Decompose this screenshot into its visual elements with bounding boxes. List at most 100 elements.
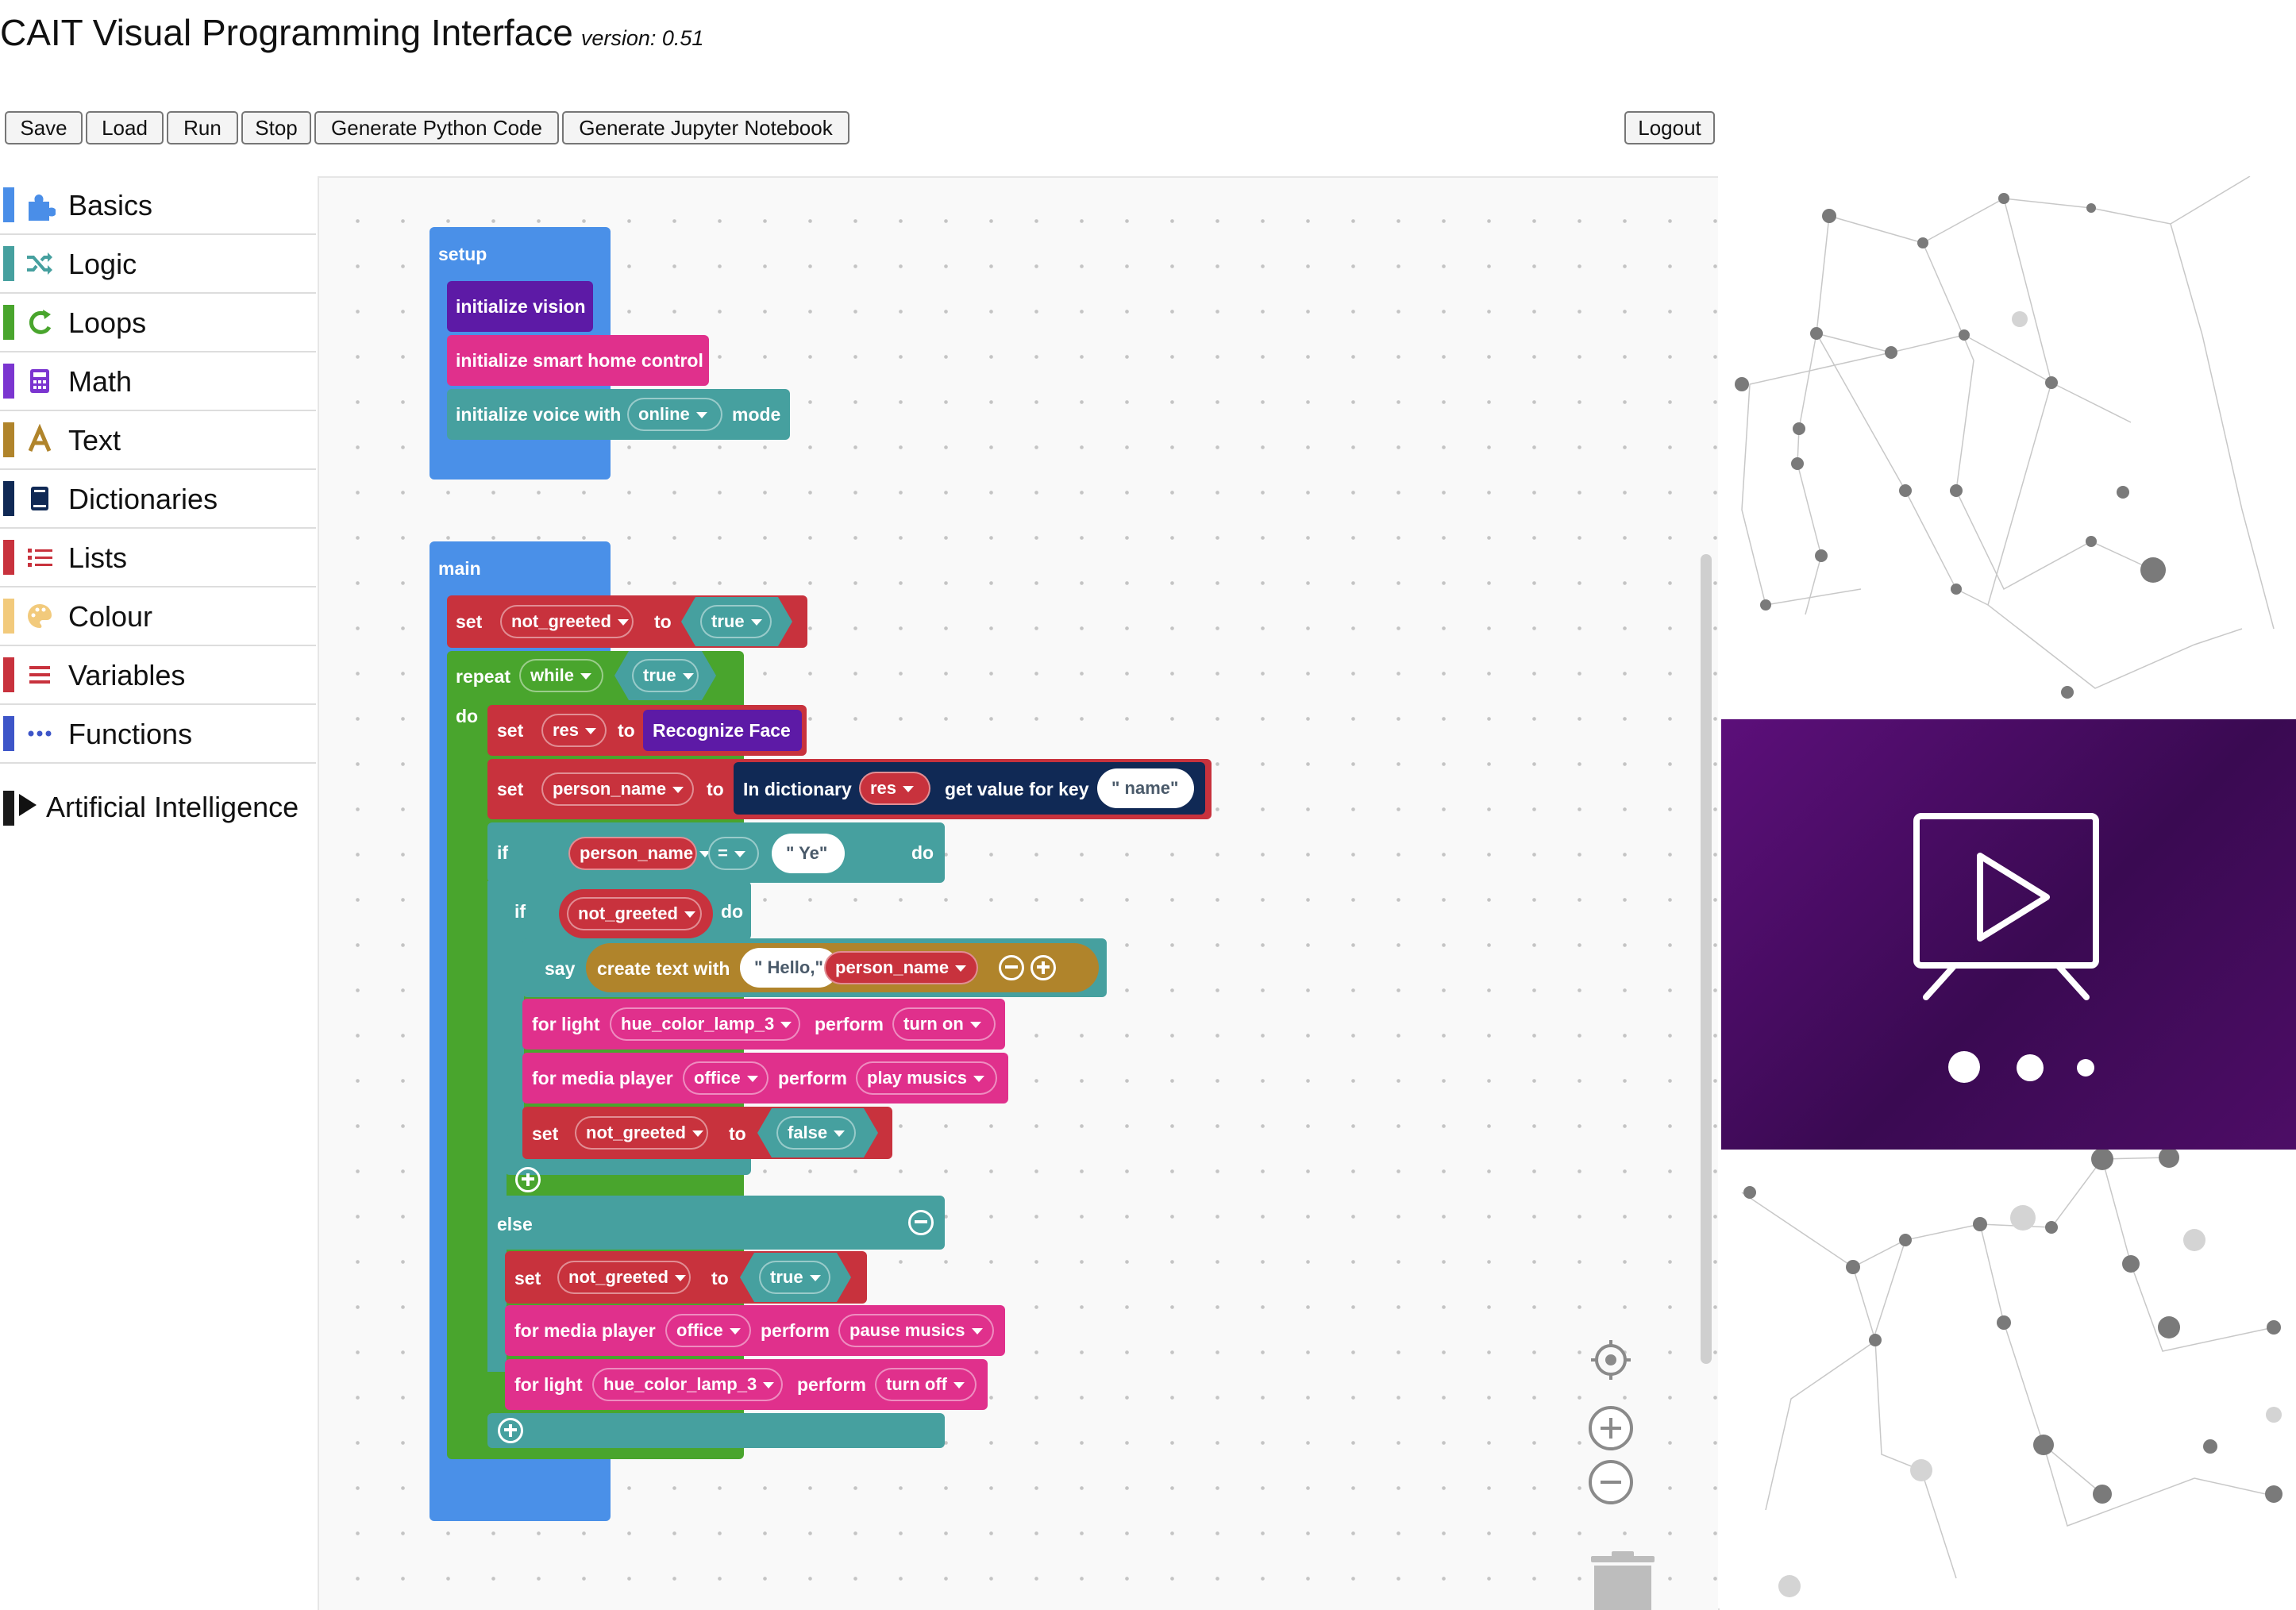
category-loops[interactable]: Loops <box>0 294 316 352</box>
boolean-true-block[interactable]: true <box>681 597 792 646</box>
compare-block[interactable]: person_name = " Ye" <box>541 829 884 878</box>
remove-item-icon[interactable] <box>999 955 1024 980</box>
generate-python-button[interactable]: Generate Python Code <box>314 111 559 144</box>
dropdown-arrow-icon <box>903 786 915 793</box>
compare-lhs-variable[interactable]: person_name <box>568 837 711 870</box>
save-button[interactable]: Save <box>5 111 83 144</box>
dropdown-arrow-icon <box>746 1076 758 1083</box>
zoom-out-icon[interactable] <box>1588 1459 1634 1505</box>
loop-condition-true-block[interactable]: true <box>614 651 716 700</box>
add-else-if-icon[interactable] <box>498 1418 523 1443</box>
if-keyword: if <box>514 901 526 922</box>
recenter-icon[interactable] <box>1588 1337 1634 1383</box>
dropdown-arrow-icon <box>763 1382 775 1389</box>
boolean-dropdown[interactable]: false <box>776 1116 856 1150</box>
perform-keyword: perform <box>797 1374 866 1395</box>
category-functions[interactable]: Functions <box>0 705 316 764</box>
media-action-dropdown[interactable]: pause musics <box>838 1314 994 1347</box>
trash-icon[interactable] <box>1588 1551 1658 1610</box>
blockly-workspace[interactable]: setup initialize vision initialize smart… <box>318 176 1720 1610</box>
variable-value: res <box>553 720 580 740</box>
if-keyword: if <box>497 842 509 863</box>
loading-dot <box>2017 1054 2044 1081</box>
boolean-value: true <box>770 1267 803 1287</box>
dropdown-arrow-icon <box>734 851 745 858</box>
light-action-dropdown[interactable]: turn off <box>875 1368 977 1401</box>
person-name-variable[interactable]: person_name <box>824 951 978 984</box>
voice-mode-dropdown[interactable]: online <box>627 398 722 431</box>
category-colour[interactable]: Colour <box>0 587 316 646</box>
media-player-dropdown[interactable]: office <box>665 1314 751 1347</box>
category-math[interactable]: Math <box>0 352 316 411</box>
category-basics[interactable]: Basics <box>0 176 316 235</box>
create-text-block[interactable]: create text with " Hello," person_name <box>586 943 1099 992</box>
category-logic[interactable]: Logic <box>0 235 316 294</box>
dropdown-arrow-icon <box>955 965 967 973</box>
menu-lines-icon <box>29 666 50 684</box>
media-player-dropdown[interactable]: office <box>683 1061 769 1095</box>
variable-dropdown[interactable]: not_greeted <box>557 1261 691 1294</box>
category-lists[interactable]: Lists <box>0 529 316 587</box>
light-action-dropdown[interactable]: turn on <box>892 1007 996 1041</box>
loop-mode-dropdown[interactable]: while <box>519 659 603 692</box>
video-player[interactable] <box>1721 719 2296 1150</box>
not-greeted-variable-block[interactable]: not_greeted <box>559 889 713 938</box>
variable-dropdown[interactable]: person_name <box>541 772 694 806</box>
category-label: Loops <box>68 306 147 339</box>
category-variables[interactable]: Variables <box>0 646 316 705</box>
else-section <box>487 1196 945 1250</box>
category-dictionaries[interactable]: Dictionaries <box>0 470 316 529</box>
lamp-value: hue_color_lamp_3 <box>603 1374 757 1394</box>
boolean-dropdown[interactable]: true <box>759 1261 830 1294</box>
action-value: turn off <box>886 1374 947 1394</box>
loop-arrow-icon <box>29 310 52 334</box>
variable-dropdown[interactable]: not_greeted <box>575 1116 708 1150</box>
dropdown-arrow-icon <box>580 673 592 680</box>
category-color-bar <box>3 657 14 692</box>
stop-button[interactable]: Stop <box>241 111 311 144</box>
puzzle-icon <box>29 195 56 221</box>
operator-dropdown[interactable]: = <box>708 837 759 870</box>
media-action-dropdown[interactable]: play musics <box>856 1061 997 1095</box>
compare-rhs-string[interactable]: " Ye" <box>772 834 845 873</box>
category-text[interactable]: Text <box>0 411 316 470</box>
vertical-scrollbar[interactable] <box>1701 554 1712 1364</box>
get-value-keyword: get value for key <box>945 779 1089 799</box>
category-label: Text <box>68 424 121 456</box>
dropdown-arrow-icon <box>750 619 762 626</box>
dropdown-arrow-icon <box>953 1382 965 1389</box>
zoom-in-icon[interactable] <box>1588 1405 1634 1451</box>
add-else-if-icon[interactable] <box>515 1167 541 1192</box>
logout-button[interactable]: Logout <box>1624 111 1715 144</box>
run-button[interactable]: Run <box>167 111 238 144</box>
palette-icon <box>28 604 52 628</box>
calculator-icon <box>30 369 49 393</box>
generate-notebook-button[interactable]: Generate Jupyter Notebook <box>562 111 849 144</box>
for-media-player-keyword: for media player <box>532 1068 673 1088</box>
lamp-dropdown[interactable]: hue_color_lamp_3 <box>610 1007 800 1041</box>
dropdown-arrow-icon <box>617 619 629 626</box>
remove-else-icon[interactable] <box>908 1210 934 1235</box>
variable-dropdown[interactable]: res <box>541 714 607 747</box>
category-color-bar <box>3 187 14 222</box>
category-artificial-intelligence[interactable]: Artificial Intelligence <box>0 784 316 832</box>
boolean-true-block[interactable]: true <box>740 1253 851 1302</box>
variable-dropdown[interactable]: not_greeted <box>500 605 634 638</box>
boolean-dropdown[interactable]: true <box>632 659 699 692</box>
boolean-false-block[interactable]: false <box>757 1108 878 1157</box>
category-label: Logic <box>68 248 137 280</box>
action-value: pause musics <box>849 1320 965 1340</box>
variable-dropdown[interactable]: not_greeted <box>567 897 702 930</box>
load-button[interactable]: Load <box>86 111 164 144</box>
expand-triangle-icon <box>19 794 37 816</box>
string-value: " Hello," <box>754 957 823 977</box>
category-color-bar <box>3 599 14 634</box>
lamp-dropdown[interactable]: hue_color_lamp_3 <box>592 1368 783 1401</box>
dictionary-variable-dropdown[interactable]: res <box>859 772 930 805</box>
boolean-dropdown[interactable]: true <box>700 605 772 638</box>
toolbox-sidebar: Basics Logic Loops Math Text Dictionarie… <box>0 176 316 1608</box>
dropdown-arrow-icon <box>585 728 597 735</box>
add-item-icon[interactable] <box>1031 955 1056 980</box>
dictionary-key-string[interactable]: " name" <box>1097 768 1194 808</box>
ellipsis-icon <box>28 730 52 737</box>
